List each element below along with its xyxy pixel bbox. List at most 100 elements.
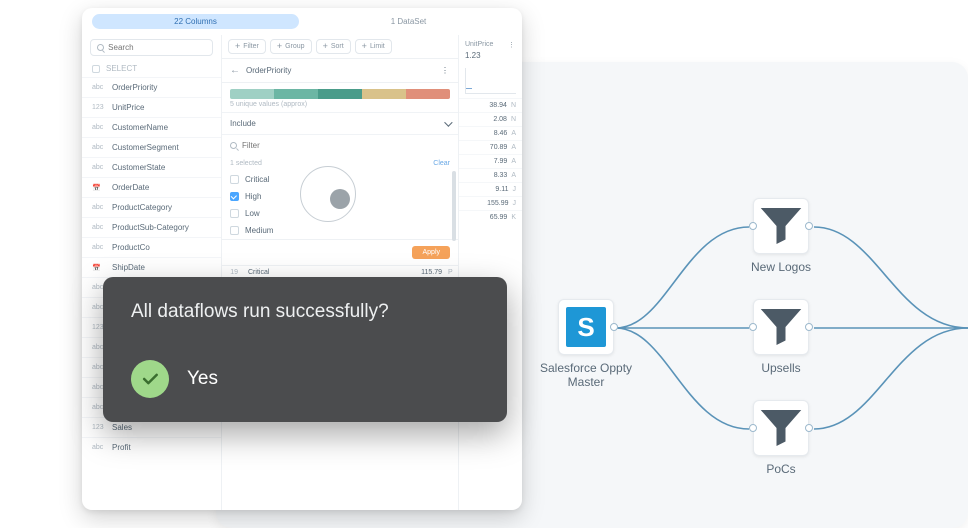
filter-option[interactable]: Low <box>222 205 458 222</box>
sparkline <box>465 68 516 94</box>
node-source-label: Salesforce Oppty Master <box>540 361 632 390</box>
node-branch-2[interactable]: PoCs <box>751 400 811 476</box>
tab-columns[interactable]: 22 Columns <box>92 14 299 29</box>
field-label: ProductCategory <box>112 203 172 212</box>
field-type-icon: 123 <box>92 424 106 431</box>
node-source[interactable]: S Salesforce Oppty Master <box>556 299 616 390</box>
filter-values-input[interactable] <box>222 135 458 156</box>
plus-icon: + <box>235 42 240 51</box>
swatch <box>274 89 318 99</box>
search-icon <box>230 142 238 150</box>
kebab-icon[interactable]: ⋮ <box>508 41 516 49</box>
kebab-icon[interactable]: ⋮ <box>441 66 450 75</box>
node-branch-1[interactable]: Upsells <box>751 299 811 375</box>
field-item[interactable]: abc ProductCategory <box>82 197 221 217</box>
field-type-icon: abc <box>92 204 106 211</box>
field-type-icon: 📅 <box>92 264 106 272</box>
list-item: 70.89A <box>459 140 522 154</box>
checkbox-icon <box>230 209 239 218</box>
check-icon <box>140 369 160 389</box>
toast-question: All dataflows run successfully? <box>131 301 479 323</box>
field-label: ProductCo <box>112 243 150 252</box>
field-type-icon: abc <box>92 164 106 171</box>
limit-button[interactable]: +Limit <box>355 39 392 54</box>
filter-option-label: Low <box>245 209 260 218</box>
salesforce-icon: S <box>566 307 606 347</box>
filter-option[interactable]: High <box>222 188 458 205</box>
field-item[interactable]: abc ProductCo <box>82 237 221 257</box>
field-item[interactable]: abc CustomerState <box>82 157 221 177</box>
sort-button[interactable]: +Sort <box>316 39 351 54</box>
funnel-icon <box>754 300 808 354</box>
chevron-down-icon <box>444 118 452 126</box>
field-type-icon: abc <box>92 124 106 131</box>
field-item[interactable]: abcCustomerName <box>82 117 221 137</box>
field-label: CustomerSegment <box>112 143 179 152</box>
swatch <box>406 89 450 99</box>
list-item: 8.46A <box>459 126 522 140</box>
select-all[interactable]: SELECT <box>82 60 221 77</box>
right-col-value: 1.23 <box>459 51 522 64</box>
field-type-icon: 📅 <box>92 184 106 192</box>
list-item: 38.94N <box>459 98 522 112</box>
swatch <box>362 89 406 99</box>
field-item[interactable]: abcCustomerSegment <box>82 137 221 157</box>
node-branch-label: Upsells <box>761 361 800 375</box>
field-item[interactable]: abcProfit <box>82 437 221 457</box>
back-icon[interactable]: ← <box>230 65 240 76</box>
field-item[interactable]: 📅ShipDate <box>82 257 221 277</box>
scrollbar[interactable] <box>452 171 456 241</box>
field-type-icon: abc <box>92 244 106 251</box>
field-item[interactable]: abc OrderPriority <box>82 77 221 97</box>
search-input-wrap[interactable] <box>90 39 213 56</box>
field-type-icon: 123 <box>92 104 106 111</box>
checkbox-icon <box>230 192 239 201</box>
plus-icon: + <box>362 42 367 51</box>
port-out[interactable] <box>805 424 813 432</box>
filter-values-field[interactable] <box>242 141 352 150</box>
checkbox-icon <box>230 226 239 235</box>
tab-dataset[interactable]: 1 DataSet <box>305 14 512 29</box>
field-label: Profit <box>112 443 131 452</box>
port-in[interactable] <box>749 323 757 331</box>
field-label: ProductSub-Category <box>112 223 189 232</box>
port-out[interactable] <box>610 323 618 331</box>
search-input[interactable] <box>108 43 206 52</box>
fields-sidebar: SELECT abcOrderPriority123UnitPriceabcCu… <box>82 35 222 510</box>
include-dropdown[interactable]: Include <box>222 112 458 135</box>
group-button[interactable]: +Group <box>270 39 312 54</box>
field-label: Sales <box>112 423 132 432</box>
swatch <box>318 89 362 99</box>
list-item: 7.99A <box>459 154 522 168</box>
checkbox-icon <box>230 175 239 184</box>
search-icon <box>97 44 104 52</box>
list-item: 9.11J <box>459 182 522 196</box>
field-item[interactable]: 123UnitPrice <box>82 97 221 117</box>
field-label: CustomerState <box>112 163 165 172</box>
list-item: 155.99J <box>459 196 522 210</box>
funnel-icon <box>754 199 808 253</box>
success-badge <box>131 360 169 398</box>
node-branch-0[interactable]: New Logos <box>751 198 811 274</box>
recipe-panel: 22 Columns 1 DataSet SELECT abc OrderPrio… <box>82 8 522 510</box>
field-type-icon: abc <box>92 84 106 91</box>
field-label: OrderPriority <box>112 83 157 92</box>
port-in[interactable] <box>749 222 757 230</box>
field-item[interactable]: abcProductSub-Category <box>82 217 221 237</box>
plus-icon: + <box>323 42 328 51</box>
filter-option-label: Critical <box>245 175 269 184</box>
filter-button[interactable]: +Filter <box>228 39 266 54</box>
filter-option[interactable]: Critical <box>222 171 458 188</box>
swatch <box>230 89 274 99</box>
field-item[interactable]: 📅OrderDate <box>82 177 221 197</box>
port-in[interactable] <box>749 424 757 432</box>
value-distribution <box>230 89 450 99</box>
apply-button[interactable]: Apply <box>412 246 450 259</box>
port-out[interactable] <box>805 323 813 331</box>
filter-option[interactable]: Medium <box>222 222 458 239</box>
clear-link[interactable]: Clear <box>433 160 450 167</box>
list-item: 65.99K <box>459 210 522 224</box>
port-out[interactable] <box>805 222 813 230</box>
list-item: 2.08N <box>459 112 522 126</box>
unique-note: 5 unique values (approx) <box>222 101 458 112</box>
